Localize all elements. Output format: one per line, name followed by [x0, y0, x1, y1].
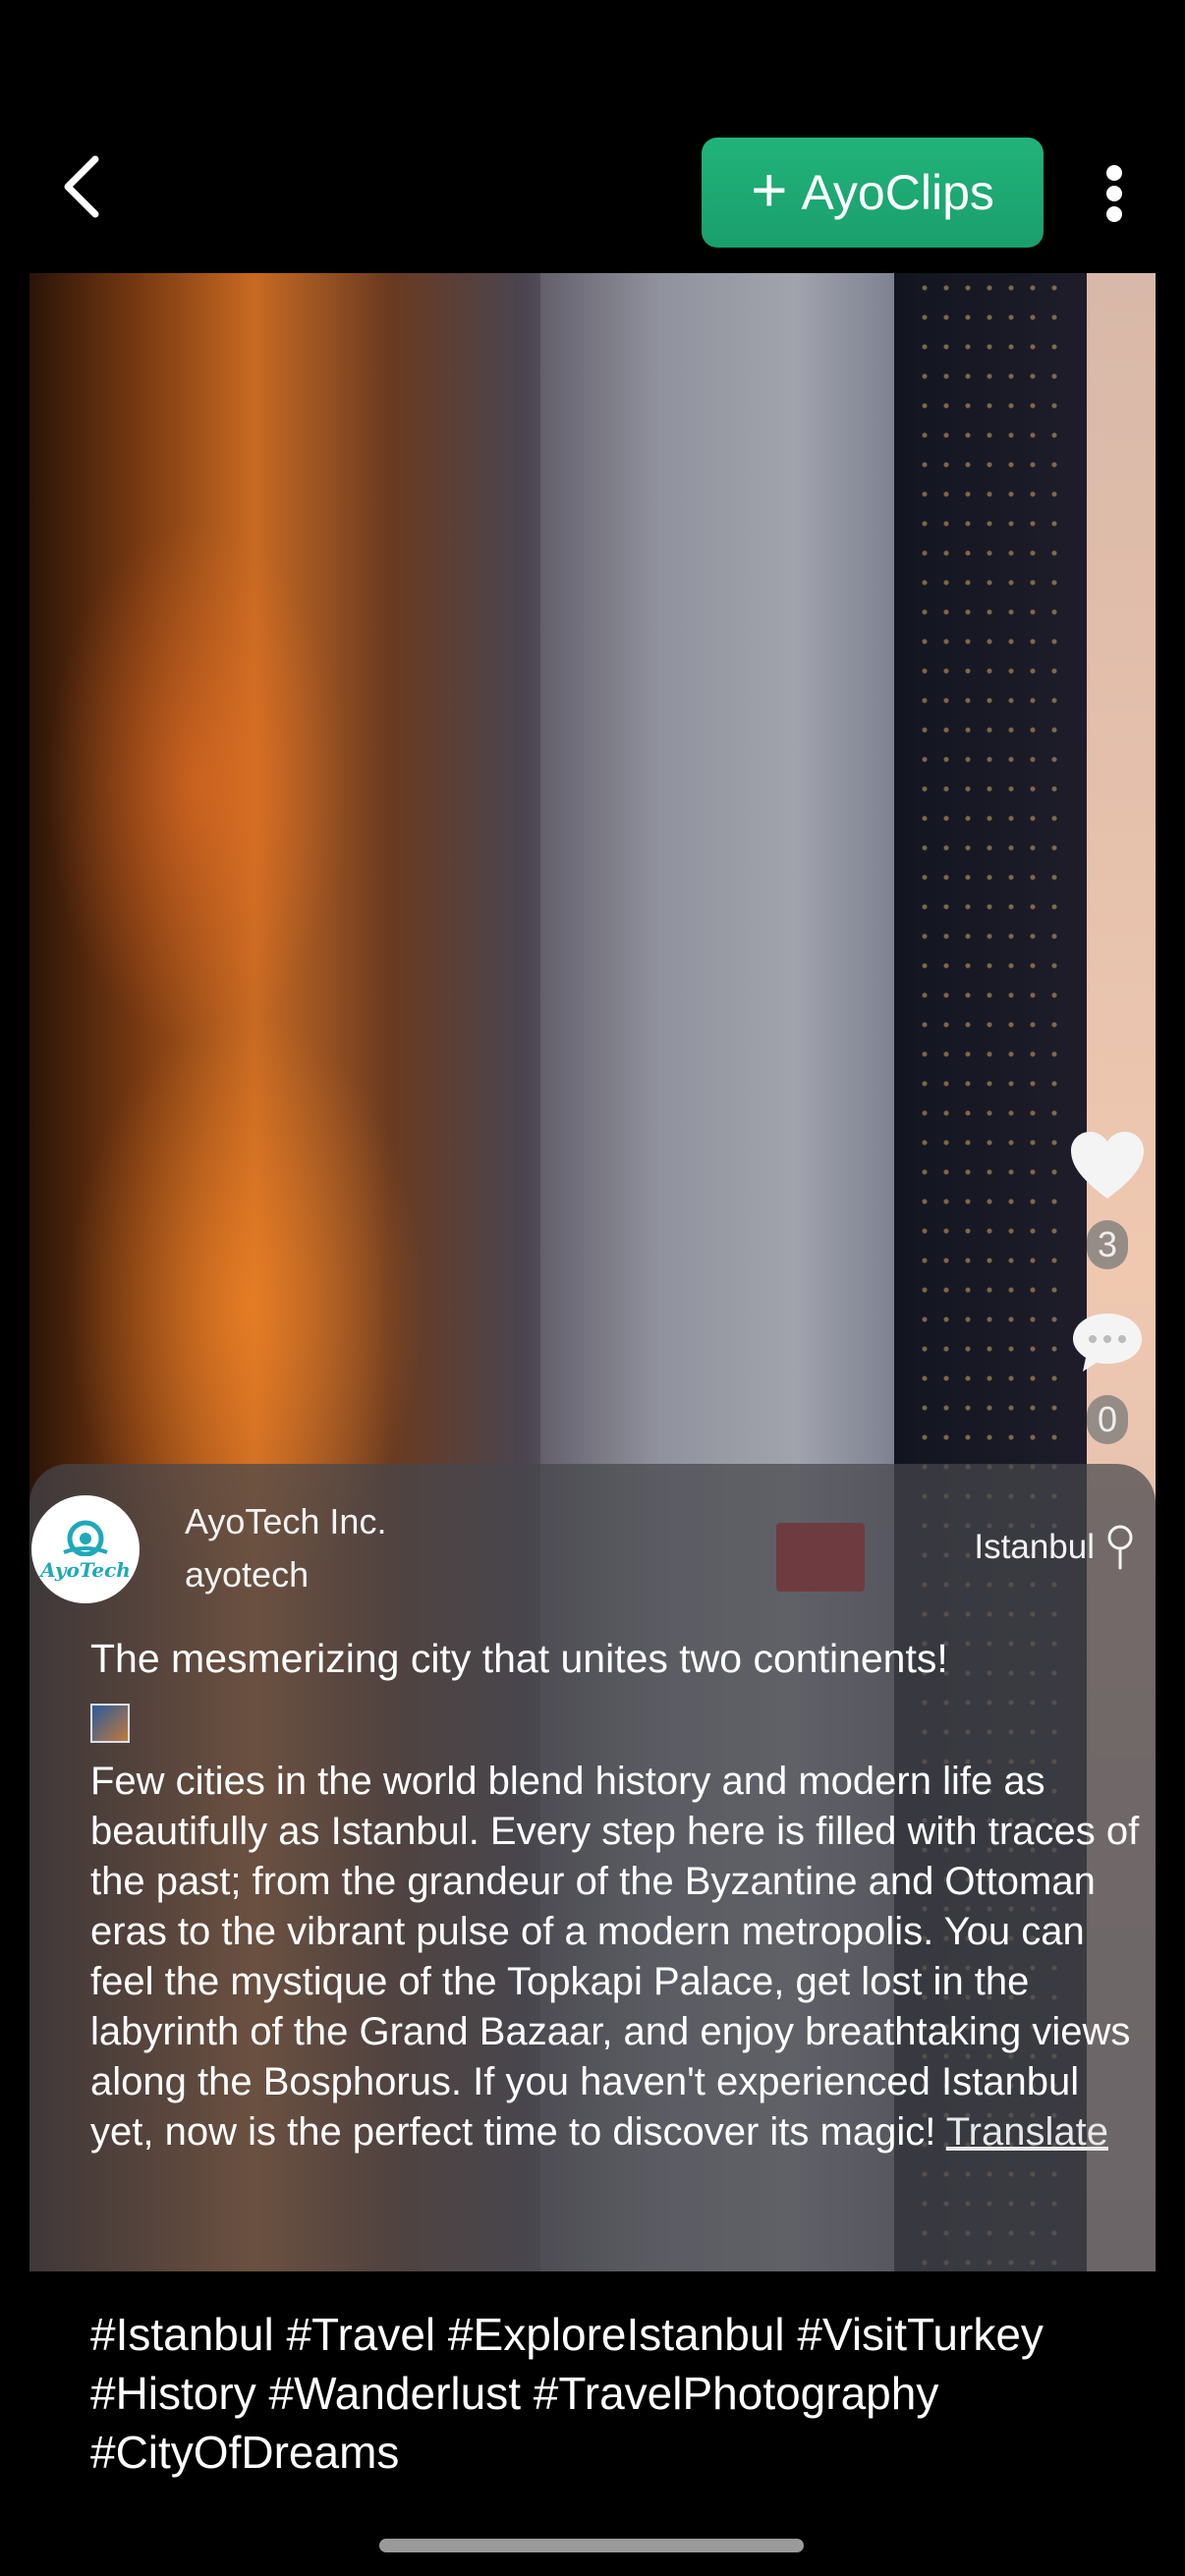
like-count: 3	[1087, 1220, 1128, 1269]
location-name: Istanbul	[974, 1528, 1095, 1566]
caption-body: Few cities in the world blend history an…	[90, 1757, 1152, 2157]
author-handle[interactable]: ayotech	[185, 1554, 309, 1596]
heart-icon	[1071, 1132, 1144, 1199]
ayoclips-label: AyoClips	[801, 165, 994, 220]
speech-bubble-icon	[1073, 1314, 1142, 1372]
location-tag[interactable]: Istanbul	[974, 1525, 1134, 1570]
location-pin-icon	[1107, 1525, 1133, 1570]
chevron-left-icon	[64, 155, 99, 218]
caption-title: The mesmerizing city that unites two con…	[90, 1636, 948, 1681]
author-name[interactable]: AyoTech Inc.	[185, 1501, 386, 1542]
bridge-emoji-icon	[90, 1704, 130, 1743]
translate-link[interactable]: Translate	[946, 2110, 1108, 2154]
like-button[interactable]	[1069, 1130, 1146, 1201]
back-button[interactable]	[47, 147, 116, 226]
comment-button[interactable]	[1071, 1311, 1144, 1373]
more-options-button[interactable]	[1093, 155, 1136, 232]
home-indicator	[379, 2539, 804, 2552]
ayotech-logo-icon	[63, 1520, 108, 1556]
kebab-vertical-icon	[1106, 165, 1122, 181]
caption-body-text: Few cities in the world blend history an…	[90, 1760, 1140, 2154]
plus-icon: +	[751, 154, 788, 225]
avatar-text: AyoTech	[40, 1558, 131, 1582]
ayoclips-button[interactable]: + AyoClips	[702, 138, 1044, 248]
hashtags[interactable]: #Istanbul #Travel #ExploreIstanbul #Visi…	[90, 2305, 1132, 2482]
author-avatar[interactable]: AyoTech	[31, 1495, 140, 1603]
comment-count: 0	[1087, 1395, 1128, 1444]
